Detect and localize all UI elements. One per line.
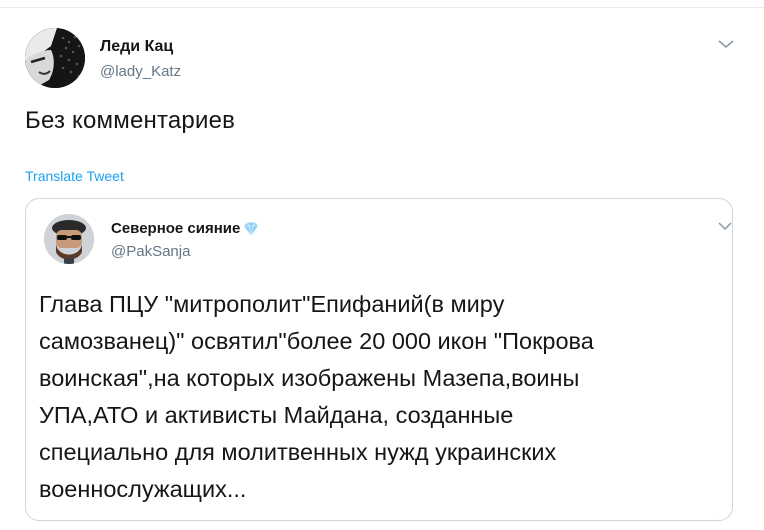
quoted-author-avatar[interactable] [44,214,94,264]
tweet-card: Леди Кац @lady_Katz Без комментариев Tra… [0,8,764,530]
chevron-down-icon [718,222,732,231]
diamond-icon [244,221,259,236]
author-avatar[interactable] [25,28,85,88]
more-options-button[interactable] [716,36,736,52]
quoted-tweet[interactable]: Северное сияние @PakSanja Глава ПЦУ "мит… [25,198,733,521]
quoted-more-options-button[interactable] [716,219,734,233]
tweet-text: Без комментариев [25,107,236,134]
author-handle[interactable]: @lady_Katz [100,63,181,80]
chevron-down-icon [718,40,734,49]
quoted-author-handle[interactable]: @PakSanja [111,243,190,260]
quoted-author-name-text: Северное сияние [111,220,241,237]
avatar-image [25,28,85,88]
quoted-tweet-text: Глава ПЦУ "митрополит"Епифаний(в миру са… [39,291,594,502]
translate-tweet-link[interactable]: Translate Tweet [25,168,124,184]
quoted-avatar-image [44,214,94,264]
quoted-author-name[interactable]: Северное сияние [111,220,259,237]
author-name[interactable]: Леди Кац [100,38,173,56]
